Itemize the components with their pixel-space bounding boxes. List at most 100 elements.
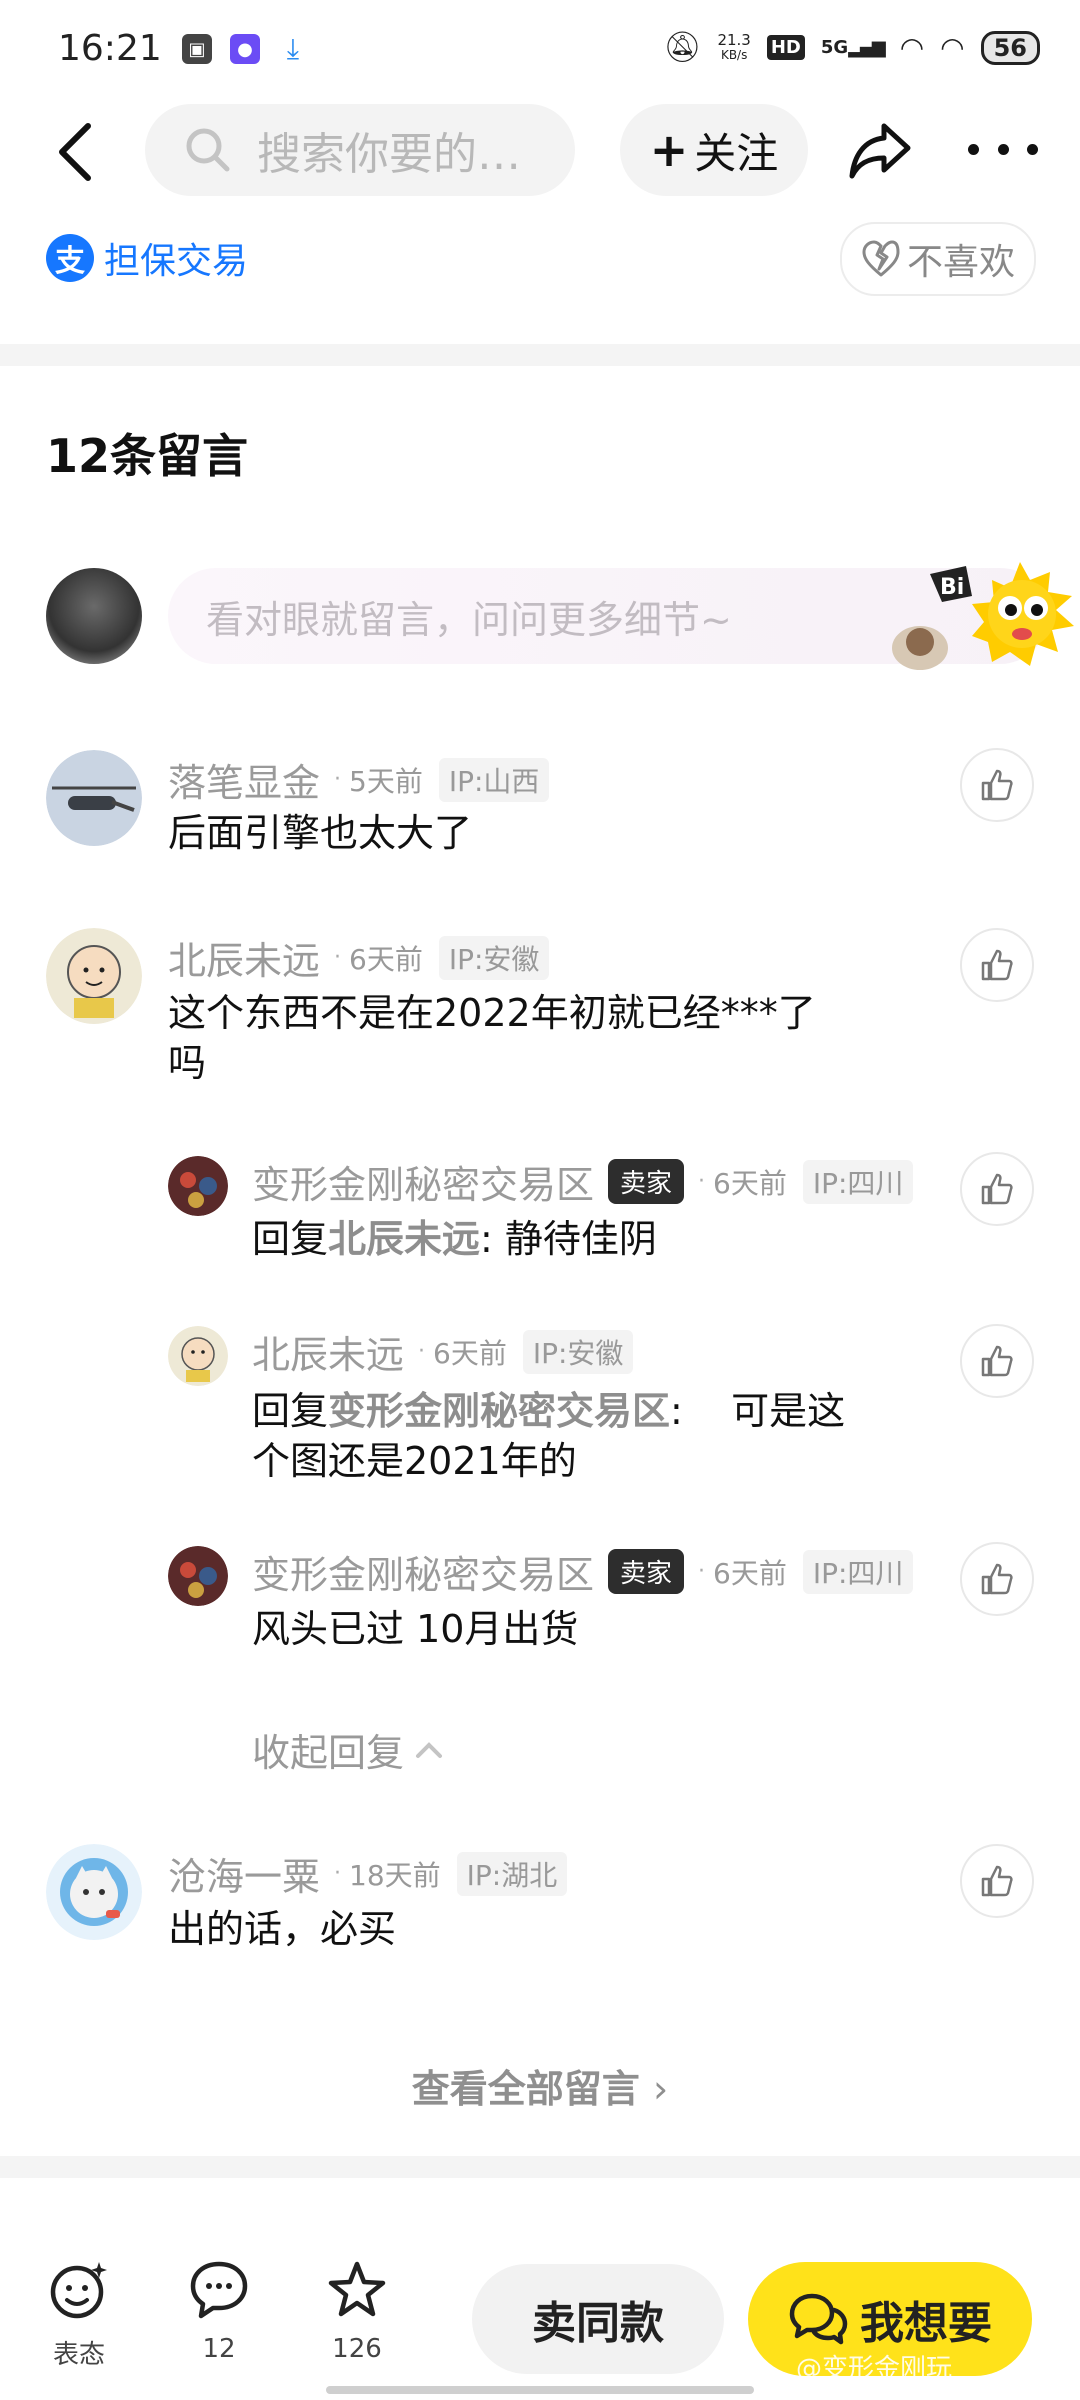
section-divider [0, 344, 1080, 366]
chevron-right-icon: › [653, 2067, 669, 2111]
signal-icon: 5G▂▄▆ [820, 37, 886, 58]
mute-icon: 🔕︎ [663, 30, 702, 65]
battery-indicator: 56 [980, 30, 1040, 65]
comment-username[interactable]: 北辰未远 [168, 930, 320, 985]
comment-text[interactable]: 出的话，必买 [168, 1904, 396, 1954]
status-notification-icons: ▣ ● ⤓ [182, 32, 308, 65]
thumbs-up-icon [981, 1563, 1013, 1595]
avatar-transformers[interactable] [168, 1156, 228, 1216]
view-all-comments-button[interactable]: 查看全部留言 › [0, 2058, 1080, 2113]
status-right-group: 🔕︎ 21.3 KB/s HD 5G▂▄▆ ◠ ◠ 56 [663, 30, 1040, 65]
reply-ip: IP:四川 [802, 1549, 914, 1594]
comment-username[interactable]: 落笔显金 [168, 752, 320, 807]
want-label: 我想要 [860, 2298, 992, 2349]
comment-meta: 沧海一粟 · 18天前 IP:湖北 [168, 1846, 568, 1901]
reply-username[interactable]: 北辰未远 [252, 1324, 404, 1379]
avatar-astronaut-cat[interactable] [46, 1844, 142, 1940]
thumbs-up-icon [981, 769, 1013, 801]
chat-bubble-icon [190, 2261, 248, 2319]
like-button[interactable] [960, 1844, 1034, 1918]
reply-ip: IP:安徽 [522, 1329, 634, 1374]
network-speed: 21.3 KB/s [717, 30, 751, 62]
comment-time: 6天前 [349, 942, 423, 976]
reply-time: 6天前 [713, 1556, 787, 1590]
mascot-bubble-text: Bi [940, 575, 964, 600]
like-button[interactable] [960, 1542, 1034, 1616]
status-time: 16:21 [58, 28, 162, 69]
avatar-charlie-brown[interactable] [46, 928, 142, 1024]
reply-meta: 北辰未远 · 6天前 IP:安徽 [252, 1324, 634, 1379]
avatar-charlie-brown[interactable] [168, 1326, 228, 1386]
comment-username[interactable]: 沧海一粟 [168, 1846, 320, 1901]
comment-time: 5天前 [349, 764, 423, 798]
follow-button[interactable]: + 关注 [620, 104, 808, 196]
chat-bubbles-icon [789, 2293, 848, 2345]
collapse-replies-button[interactable]: 收起回复 [252, 1722, 446, 1777]
guarantee-trade-link[interactable]: 支 担保交易 [46, 232, 248, 284]
reply-text[interactable]: 回复变形金刚秘密交易区: 可是这 个图还是2021年的 [252, 1386, 932, 1486]
avatar-helicopter[interactable] [46, 750, 142, 846]
fish-mascot-sticker: Bi [892, 562, 1074, 670]
search-input[interactable]: 搜索你要的… [145, 104, 575, 196]
wifi-icon-2: ◠ [940, 31, 965, 64]
more-options-icon[interactable] [968, 124, 1038, 174]
download-icon: ⤓ [286, 32, 300, 65]
seller-badge: 卖家 [608, 1549, 685, 1594]
search-icon [186, 128, 230, 172]
comment-text-line: 这个东西不是在2022年初就已经***了 [168, 991, 816, 1035]
view-all-label: 查看全部留言 [411, 2067, 640, 2111]
reply-username[interactable]: 变形金刚秘密交易区 [252, 1154, 594, 1209]
comment-text[interactable]: 后面引擎也太大了 [168, 808, 472, 858]
reply-target-user[interactable]: 北辰未远 [328, 1217, 480, 1261]
comment-text[interactable]: 这个东西不是在2022年初就已经***了 吗 [168, 988, 888, 1088]
tab-favorite[interactable]: 126 [302, 2258, 412, 2364]
hd-badge: HD [766, 35, 805, 60]
comment-ip: IP:湖北 [456, 1851, 568, 1896]
tab-label: 12 [202, 2334, 236, 2364]
tab-comments[interactable]: 12 [164, 2258, 274, 2364]
tab-label: 表态 [52, 2340, 105, 2370]
comment-text-line: 吗 [168, 1041, 207, 1085]
chevron-up-icon [416, 1741, 443, 1758]
app-notification-icon: ● [230, 34, 260, 64]
share-icon[interactable] [848, 118, 914, 184]
reply-time: 6天前 [433, 1336, 507, 1370]
reply-text[interactable]: 回复北辰未远: 静待佳阴 [252, 1214, 657, 1264]
dislike-button[interactable]: 不喜欢 [840, 222, 1036, 296]
comment-time: 18天前 [349, 1858, 441, 1892]
seller-badge: 卖家 [608, 1159, 685, 1204]
avatar-transformers[interactable] [168, 1546, 228, 1606]
reply-username[interactable]: 变形金刚秘密交易区 [252, 1544, 594, 1599]
like-button[interactable] [960, 1152, 1034, 1226]
like-button[interactable] [960, 1324, 1034, 1398]
reply-text[interactable]: 风头已过 10月出货 [252, 1604, 578, 1654]
comment-ip: IP:安徽 [438, 935, 550, 980]
reply-ip: IP:四川 [802, 1159, 914, 1204]
back-arrow-icon[interactable] [52, 122, 102, 182]
like-button[interactable] [960, 748, 1034, 822]
alipay-icon: 支 [46, 234, 94, 282]
comment-meta: 落笔显金 · 5天前 IP:山西 [168, 752, 550, 807]
collapse-label: 收起回复 [252, 1731, 405, 1775]
reply-time: 6天前 [713, 1166, 787, 1200]
tab-label: 126 [332, 2334, 382, 2364]
smile-sparkle-icon [50, 2262, 107, 2319]
watermark: @变形金刚玩 [796, 2354, 953, 2384]
like-button[interactable] [960, 928, 1034, 1002]
thumbs-up-icon [981, 1865, 1013, 1897]
comments-title: 12条留言 [46, 429, 249, 483]
star-icon [328, 2261, 386, 2317]
sell-same-button[interactable]: 卖同款 [472, 2264, 724, 2374]
comment-ip: IP:山西 [438, 757, 550, 802]
tab-react[interactable]: 表态 [24, 2258, 134, 2371]
thumbs-up-icon [981, 949, 1013, 981]
reply-target-user[interactable]: 变形金刚秘密交易区 [328, 1389, 670, 1433]
reply-meta: 变形金刚秘密交易区 卖家 · 6天前 IP:四川 [252, 1544, 962, 1599]
thumbs-up-icon [981, 1173, 1013, 1205]
broken-heart-icon [862, 240, 900, 277]
plus-icon: + [649, 123, 689, 177]
comment-input-placeholder: 看对眼就留言，问问更多细节~ [206, 597, 732, 642]
search-placeholder: 搜索你要的… [257, 129, 521, 180]
follow-label: 关注 [694, 128, 779, 178]
home-indicator[interactable] [326, 2386, 754, 2394]
